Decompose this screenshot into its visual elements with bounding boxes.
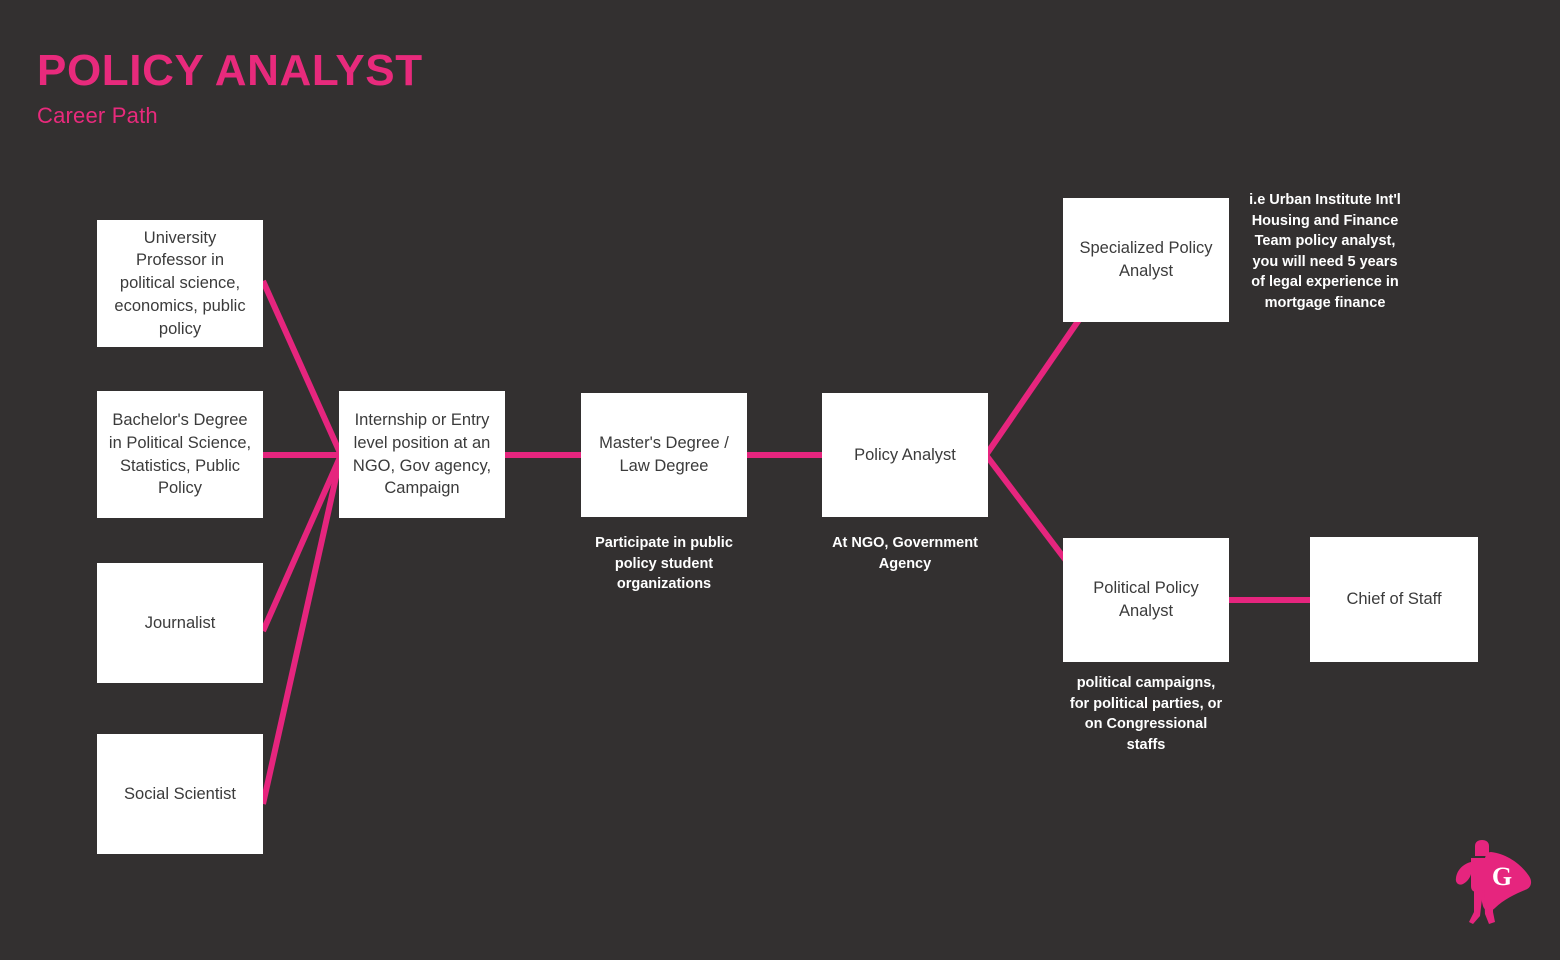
node-journalist[interactable]: Journalist bbox=[97, 563, 263, 683]
node-bachelors-degree[interactable]: Bachelor's Degree in Political Science, … bbox=[97, 391, 263, 518]
node-label: Internship or Entry level position at an… bbox=[352, 410, 492, 498]
node-label: Master's Degree / Law Degree bbox=[599, 434, 729, 475]
career-path-diagram: POLICY ANALYST Career Path University Pr… bbox=[0, 0, 1560, 960]
node-label: Chief of Staff bbox=[1346, 590, 1442, 609]
node-label: Social Scientist bbox=[124, 784, 236, 803]
edge-professor-to-internship bbox=[260, 279, 344, 457]
node-label: University Professor in political scienc… bbox=[114, 228, 246, 338]
node-label: Specialized Policy Analyst bbox=[1079, 239, 1213, 280]
node-university-professor[interactable]: University Professor in political scienc… bbox=[97, 220, 263, 347]
superhero-logo-icon: G bbox=[1455, 840, 1532, 924]
logo-letter: G bbox=[1492, 862, 1512, 891]
caption-masters-degree: Participate in public policy student org… bbox=[595, 535, 733, 593]
node-internship[interactable]: Internship or Entry level position at an… bbox=[339, 391, 505, 518]
header: POLICY ANALYST Career Path bbox=[37, 46, 737, 129]
node-label: Policy Analyst bbox=[854, 445, 956, 464]
edge-journalist-to-internship bbox=[260, 453, 344, 633]
caption-specialized-policy-analyst: i.e Urban Institute Int'l Housing and Fi… bbox=[1249, 192, 1401, 311]
node-policy-analyst[interactable]: Policy Analyst bbox=[822, 393, 988, 517]
caption-policy-analyst: At NGO, Government Agency bbox=[832, 535, 978, 572]
page-title: POLICY ANALYST bbox=[37, 46, 423, 95]
node-chief-of-staff[interactable]: Chief of Staff bbox=[1310, 537, 1478, 662]
node-specialized-policy-analyst[interactable]: Specialized Policy Analyst bbox=[1063, 198, 1229, 322]
caption-political-policy-analyst: political campaigns, for political parti… bbox=[1069, 675, 1223, 753]
node-label: Journalist bbox=[144, 613, 216, 632]
node-label: Bachelor's Degree in Political Science, … bbox=[108, 410, 252, 498]
node-social-scientist[interactable]: Social Scientist bbox=[97, 734, 263, 854]
edge-social-scientist-to-internship bbox=[260, 454, 344, 805]
node-label: Political Policy Analyst bbox=[1093, 579, 1199, 620]
node-political-policy-analyst[interactable]: Political Policy Analyst bbox=[1063, 538, 1229, 662]
page-subtitle: Career Path bbox=[37, 103, 158, 129]
node-masters-degree[interactable]: Master's Degree / Law Degree bbox=[581, 393, 747, 517]
